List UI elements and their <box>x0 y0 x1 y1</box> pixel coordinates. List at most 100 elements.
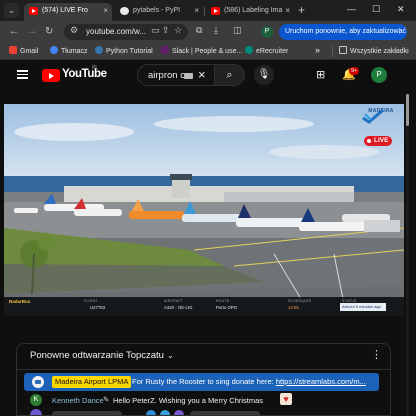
aircraft-type: A320 - OE-LIG <box>164 305 193 310</box>
col-scheduled-label: SCHEDULED <box>288 299 312 303</box>
bookmark-label: Slack | People & use... <box>172 48 243 55</box>
new-tab-button[interactable]: + <box>298 3 305 17</box>
col-route-label: ROUTE <box>216 299 230 303</box>
restart-label: Uruchom ponownie, aby zaktualizować <box>285 28 407 35</box>
python-icon <box>95 46 103 54</box>
emoji-icon <box>174 410 184 415</box>
chat-message[interactable]: K Kenneth Dance ✎ Hello PeterZ. Wishing … <box>30 393 380 406</box>
browser-toolbar: ← → ↻ ⚙ youtube.com/w... ▭ ⇪ ☆ ⧉ ⤓ ◫ P U… <box>0 21 416 43</box>
keyboard-icon[interactable] <box>184 73 193 79</box>
member-badge-icon: ✎ <box>103 395 110 404</box>
bookmarks-bar: Gmail Tłumacz Python Tutorial Slack | Pe… <box>0 43 416 60</box>
clear-search-icon[interactable]: × <box>198 67 206 82</box>
site-info-icon[interactable]: ⚙ <box>70 25 78 36</box>
side-panel-icon[interactable]: ◫ <box>233 25 242 36</box>
pinned-message[interactable]: Madeira Airport LPMA For Rusty the Roost… <box>24 373 379 391</box>
heart-emoji-icon: ♥ <box>280 393 292 405</box>
youtube-logo-text[interactable]: YouTube <box>62 68 107 80</box>
tab-labeling[interactable]: (586) Labeling Ima × <box>206 3 294 21</box>
bookmark-label: eRecruiter <box>256 48 289 55</box>
bookmark-python-tutorial[interactable]: Python Tutorial <box>95 46 153 57</box>
emoji-icon <box>160 410 170 415</box>
scheduled-time: 14:55 <box>288 305 299 310</box>
youtube-masthead: YouTube PL airpron c × ⌕ 🎙 ⊞ 🔔 9+ P <box>0 60 416 92</box>
restart-to-update-button[interactable]: Uruchom ponownie, aby zaktualizować ⋮ <box>279 24 407 40</box>
page-scrollbar-track[interactable] <box>406 94 409 416</box>
chat-author[interactable]: Kenneth Dance <box>52 396 104 405</box>
pypi-favicon-icon <box>120 7 129 15</box>
gmail-icon <box>9 46 17 54</box>
maximize-button[interactable]: ☐ <box>372 2 380 16</box>
chrome-profile-avatar[interactable]: P <box>261 26 273 38</box>
minimize-button[interactable]: — <box>347 2 356 16</box>
address-text: youtube.com/w... <box>86 27 147 36</box>
user-avatar <box>30 409 42 415</box>
obscured-text <box>190 411 260 415</box>
youtube-favicon-icon <box>29 7 38 15</box>
chrome-menu-icon[interactable]: ⋮ <box>396 24 403 40</box>
chat-replay-dropdown[interactable]: Ponowne odtwarzanie Topczatu ⌄ <box>30 350 174 361</box>
page-scrollbar-thumb[interactable] <box>406 94 409 126</box>
live-chat-panel: Ponowne odtwarzanie Topczatu ⌄ ⋮ Madeira … <box>16 343 391 416</box>
youtube-logo-icon[interactable] <box>42 69 60 82</box>
forward-icon[interactable]: → <box>27 25 37 39</box>
madeira-logo-icon <box>362 108 384 124</box>
menu-icon[interactable] <box>17 70 28 79</box>
all-bookmarks-button[interactable]: Wszystkie zakładki <box>339 46 409 57</box>
more-options-icon[interactable]: ⋮ <box>371 348 382 361</box>
user-avatar: K <box>30 394 42 406</box>
folder-icon <box>339 46 347 54</box>
col-flight-label: FLIGHT <box>84 299 98 303</box>
bookmark-gmail[interactable]: Gmail <box>9 46 38 57</box>
flight-info-overlay: RadarBox FLIGHT AIRCRAFT ROUTE SCHEDULED… <box>4 297 404 316</box>
create-video-icon[interactable]: ⊞ <box>316 68 325 81</box>
search-input[interactable]: airpron c × <box>137 64 215 86</box>
close-window-button[interactable]: ✕ <box>397 2 405 16</box>
bookmark-label: Wszystkie zakładki <box>350 48 409 55</box>
tab-title: (574) LIVE Fro <box>42 7 88 14</box>
channel-avatar <box>32 376 44 388</box>
tab-title: pytabels - PyPI <box>133 7 181 14</box>
translate-icon <box>50 46 58 54</box>
erecruiter-icon <box>245 46 253 54</box>
tab-title: (586) Labeling Ima <box>224 7 283 14</box>
bookmarks-separator <box>332 46 333 57</box>
close-tab-icon[interactable]: × <box>285 3 290 19</box>
video-player[interactable]: MADEIRA LIVE RadarBox FLIGHT AIRCRAFT RO… <box>4 104 404 316</box>
account-avatar[interactable]: P <box>371 67 387 83</box>
tab-strip: ⌄ (574) LIVE Fro × pytabels - PyPI × (58… <box>0 0 416 21</box>
close-tab-icon[interactable]: × <box>103 3 108 19</box>
close-tab-icon[interactable]: × <box>194 3 199 19</box>
country-code: PL <box>92 65 99 71</box>
pinned-author-badge[interactable]: Madeira Airport LPMA <box>52 376 132 388</box>
madeira-channel-logo: MADEIRA <box>361 108 401 124</box>
chat-message-text: Hello PeterZ. Wishing you a Merry Christ… <box>113 396 264 405</box>
extensions-icon[interactable]: ⧉ <box>196 25 202 36</box>
tab-separator <box>204 7 205 16</box>
voice-search-icon[interactable]: 🎙 <box>254 65 274 85</box>
bookmark-translate[interactable]: Tłumacz <box>50 46 87 57</box>
address-bar[interactable]: ⚙ youtube.com/w... ▭ ⇪ ☆ <box>64 24 188 40</box>
tab-pypi[interactable]: pytabels - PyPI × <box>115 3 203 21</box>
live-badge: LIVE <box>364 136 393 146</box>
bookmarks-overflow-button[interactable]: » <box>315 46 320 55</box>
pinned-message-text: For Rusty the Rooster to sing donate her… <box>132 377 366 386</box>
bookmark-erecruiter[interactable]: eRecruiter <box>245 46 288 57</box>
chat-divider <box>17 369 390 370</box>
slack-icon <box>161 46 169 54</box>
streamlabs-link[interactable]: https://streamlabs.com/m... <box>276 377 366 386</box>
tab-search-button[interactable]: ⌄ <box>4 3 19 18</box>
route: Porto OPO <box>216 305 238 310</box>
downloads-icon[interactable]: ⤓ <box>214 25 218 36</box>
back-icon[interactable]: ← <box>9 25 19 39</box>
bookmark-slack[interactable]: Slack | People & use... <box>161 46 242 57</box>
search-button[interactable]: ⌕ <box>215 64 245 86</box>
chevron-down-icon: ⌄ <box>166 351 174 360</box>
reload-icon[interactable]: ↻ <box>45 25 53 39</box>
cast-icon[interactable]: ▭ <box>151 25 160 36</box>
tab-youtube-live[interactable]: (574) LIVE Fro × <box>24 3 112 21</box>
share-icon[interactable]: ⇪ <box>162 25 170 36</box>
bookmark-star-icon[interactable]: ☆ <box>174 25 182 36</box>
obscured-author <box>52 411 122 415</box>
notification-count-badge: 9+ <box>349 67 360 75</box>
